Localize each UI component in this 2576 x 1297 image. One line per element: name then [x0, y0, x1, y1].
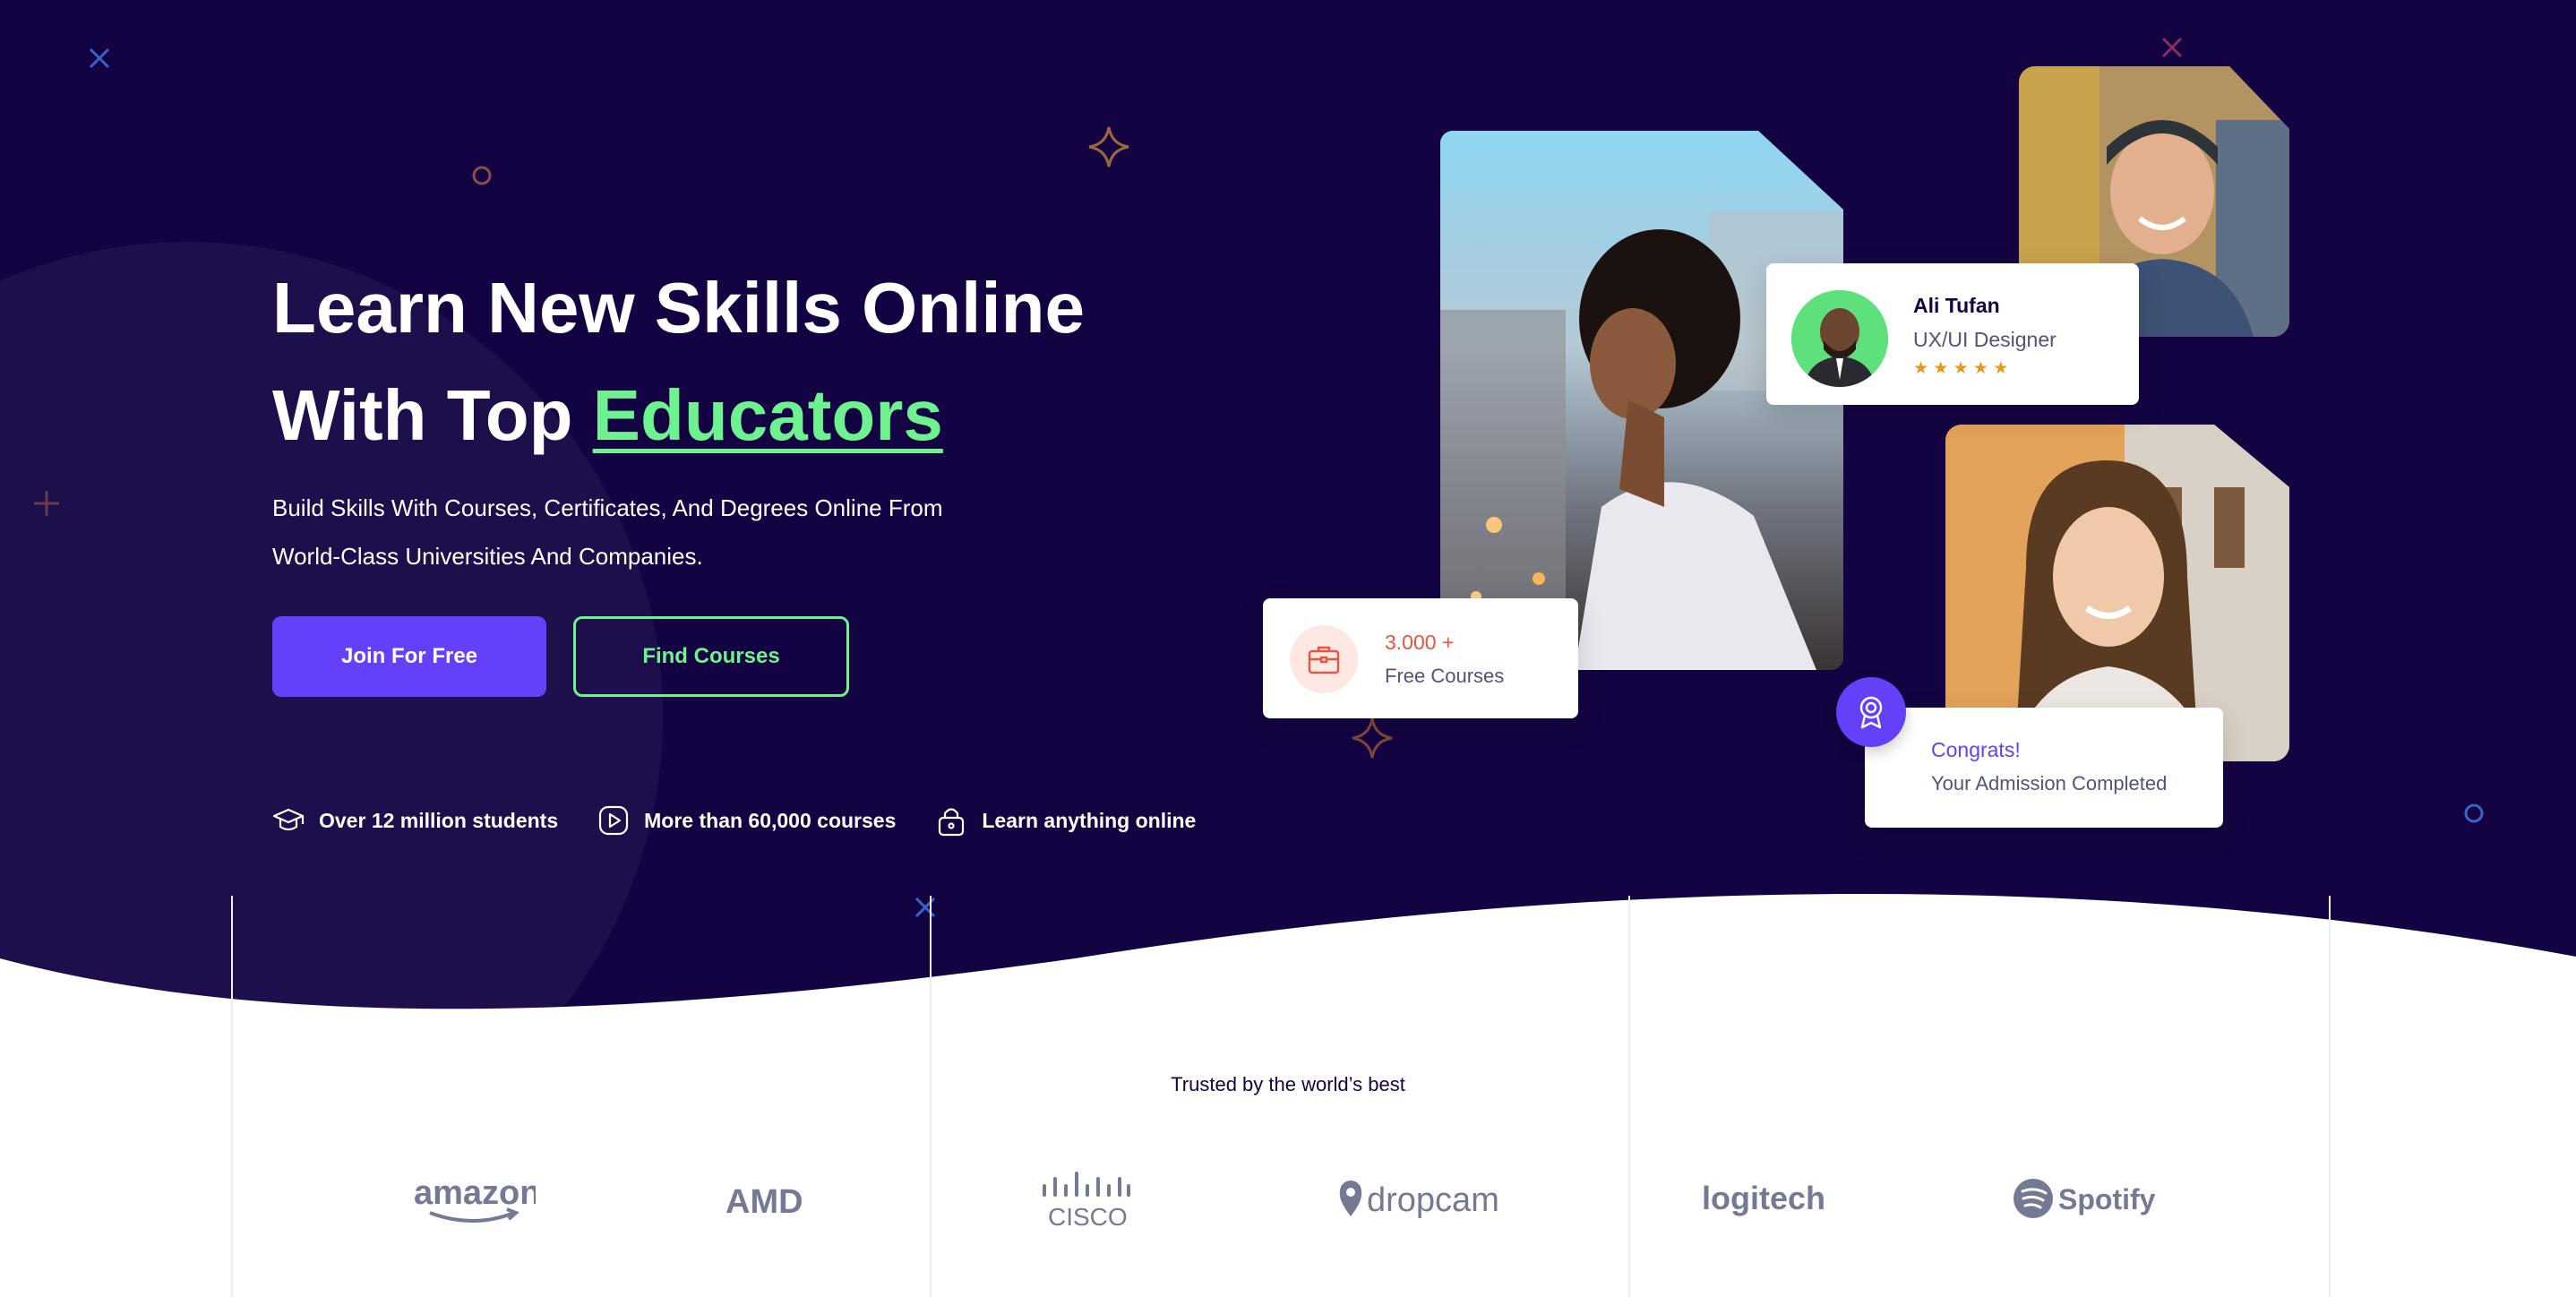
- hero-title-prefix: With Top: [272, 375, 573, 455]
- congrats-card: Congrats! Your Admission Completed: [1865, 708, 2223, 828]
- find-courses-button[interactable]: Find Courses: [573, 616, 849, 697]
- graduation-cap-icon: [272, 808, 305, 831]
- grid-line: [1628, 896, 1630, 1297]
- play-icon: [599, 805, 629, 836]
- tutor-avatar: [1791, 290, 1888, 387]
- free-courses-count: 3.000 +: [1385, 631, 1455, 654]
- feature-label: Learn anything online: [982, 808, 1197, 832]
- tutor-role: UX/UI Designer: [1913, 328, 2057, 351]
- amazon-logo-text: amazon: [414, 1174, 536, 1212]
- hero-subtitle: Build Skills With Courses, Certificates,…: [272, 484, 1078, 580]
- feature-label: Over 12 million students: [319, 808, 559, 832]
- amd-logo-text: AMD: [726, 1183, 803, 1221]
- hero-title-line1: Learn New Skills Online: [272, 268, 1085, 348]
- hero-subtitle-line1: Build Skills With Courses, Certificates,…: [272, 494, 943, 521]
- hero-title: Learn New Skills Online With Top Educato…: [272, 254, 1258, 469]
- feature-label: More than 60,000 courses: [644, 808, 897, 832]
- dropcam-logo-text: dropcam: [1367, 1181, 1499, 1219]
- congrats-title: Congrats!: [1931, 738, 2021, 761]
- join-for-free-button[interactable]: Join For Free: [272, 616, 546, 697]
- spotify-logo-text: Spotify: [2058, 1183, 2155, 1215]
- spotify-logo: Spotify: [2012, 1164, 2155, 1236]
- feature-item-online: Learn anything online: [935, 804, 1196, 837]
- hero-title-accent: Educators: [592, 375, 943, 455]
- award-icon: [1836, 677, 1906, 747]
- amazon-logo: amazon: [410, 1164, 536, 1236]
- cisco-logo-text: CISCO: [1048, 1203, 1128, 1231]
- rating-stars: ★ ★ ★ ★ ★: [1913, 359, 2009, 378]
- logitech-logo-text: logitech: [1702, 1180, 1825, 1216]
- trusted-heading: Trusted by the world’s best: [1171, 1073, 1405, 1095]
- feature-list: Over 12 million students More than 60,00…: [272, 804, 1196, 837]
- free-courses-label: Free Courses: [1385, 665, 1505, 687]
- congrats-subtitle: Your Admission Completed: [1931, 772, 2168, 795]
- feature-item-courses: More than 60,000 courses: [597, 804, 896, 837]
- tutor-card: Ali Tufan UX/UI Designer ★ ★ ★ ★ ★: [1766, 263, 2139, 405]
- briefcase-icon: [1290, 625, 1358, 693]
- feature-item-students: Over 12 million students: [272, 804, 558, 837]
- free-courses-card: 3.000 + Free Courses: [1263, 598, 1578, 718]
- partner-logos: amazon AMD CISCO dropcam logitech Spotif…: [0, 1164, 2576, 1236]
- hero-subtitle-line2: World-Class Universities And Companies.: [272, 543, 703, 570]
- logitech-logo: logitech: [1700, 1164, 1825, 1236]
- grid-line: [2329, 896, 2331, 1297]
- tutor-name: Ali Tufan: [1913, 294, 2000, 317]
- lock-icon: [939, 808, 965, 837]
- tutor-avatar-illustration: [1791, 290, 1888, 387]
- dropcam-logo: dropcam: [1336, 1164, 1507, 1236]
- cisco-logo: CISCO: [1037, 1164, 1136, 1236]
- grid-line: [231, 896, 233, 1297]
- amd-logo: AMD: [726, 1164, 851, 1236]
- grid-line: [930, 896, 932, 1297]
